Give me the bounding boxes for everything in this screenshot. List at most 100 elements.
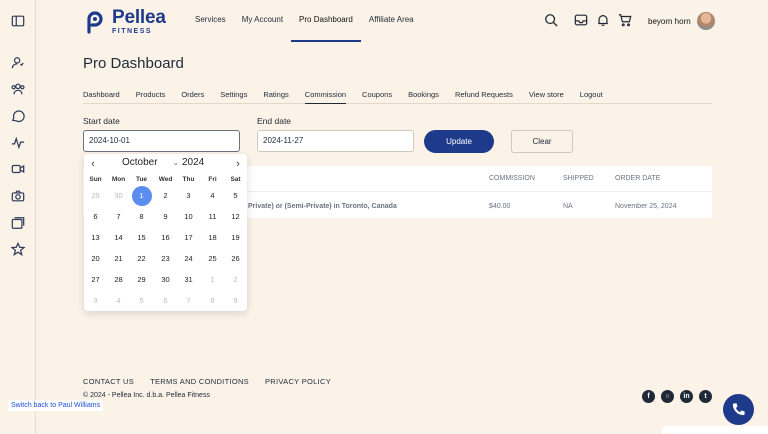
header-icons <box>544 13 640 27</box>
calendar-day[interactable]: 24 <box>179 249 199 269</box>
avatar[interactable] <box>696 12 715 30</box>
calendar-day[interactable]: 19 <box>226 228 246 248</box>
calendar-day[interactable]: 6 <box>156 291 176 311</box>
calendar-day[interactable]: 17 <box>179 228 199 248</box>
phone-button[interactable] <box>723 394 754 425</box>
chat-widget-edge <box>662 426 768 434</box>
calendar-day[interactable]: 13 <box>86 228 106 248</box>
instagram-icon[interactable]: ○ <box>661 390 674 403</box>
footer-links: CONTACT US TERMS AND CONDITIONS PRIVACY … <box>83 377 347 386</box>
chevron-right-icon[interactable]: › <box>232 157 244 171</box>
tab-dashboard[interactable]: Dashboard <box>83 89 120 104</box>
twitter-icon[interactable]: t <box>699 390 712 403</box>
chevron-down-icon[interactable]: ⌄ <box>173 159 179 167</box>
tab-products[interactable]: Products <box>136 89 166 104</box>
calendar-day[interactable]: 4 <box>203 186 223 206</box>
user-icon[interactable] <box>11 56 25 70</box>
users-icon[interactable] <box>11 82 25 96</box>
social-links: f ○ in t <box>642 390 718 403</box>
brand-subtitle: FITNESS <box>112 28 153 35</box>
calendar-day[interactable]: 20 <box>86 249 106 269</box>
tab-logout[interactable]: Logout <box>580 89 603 104</box>
cart-icon[interactable] <box>618 13 632 27</box>
calendar-day[interactable]: 14 <box>109 228 129 248</box>
calendar-day[interactable]: 10 <box>179 207 199 227</box>
calendar-day[interactable]: 8 <box>132 207 152 227</box>
tab-commission[interactable]: Commission <box>304 89 347 104</box>
calendar-day[interactable]: 8 <box>203 291 223 311</box>
calendar-day[interactable]: 28 <box>109 270 129 290</box>
calendar-day[interactable]: 31 <box>179 270 199 290</box>
calendar-day[interactable]: 1 <box>203 270 223 290</box>
calendar-day[interactable]: 9 <box>226 291 246 311</box>
nav-services[interactable]: Services <box>187 0 234 42</box>
footer-contact-us[interactable]: CONTACT US <box>83 377 134 386</box>
calendar-day[interactable]: 16 <box>156 228 176 248</box>
chat-icon[interactable] <box>11 109 25 123</box>
update-button[interactable]: Update <box>424 130 494 153</box>
calendar-day[interactable]: 25 <box>203 249 223 269</box>
footer-privacy[interactable]: PRIVACY POLICY <box>265 377 331 386</box>
linkedin-icon[interactable]: in <box>680 390 693 403</box>
calendar-day[interactable]: 3 <box>179 186 199 206</box>
nav-affiliate-area[interactable]: Affiliate Area <box>361 0 422 42</box>
calendar-day[interactable]: 6 <box>86 207 106 227</box>
tab-refund-requests[interactable]: Refund Requests <box>455 89 513 104</box>
tab-ratings[interactable]: Ratings <box>263 89 288 104</box>
inbox-icon[interactable] <box>574 13 588 27</box>
camera-icon[interactable] <box>11 189 25 203</box>
calendar-day[interactable]: 29 <box>86 186 106 206</box>
tab-bookings[interactable]: Bookings <box>408 89 439 104</box>
tab-view-store[interactable]: View store <box>529 89 564 104</box>
calendar-day[interactable]: 4 <box>109 291 129 311</box>
switch-back-link[interactable]: Switch back to Paul Williams <box>8 400 104 411</box>
calendar-day[interactable]: 7 <box>179 291 199 311</box>
calendar-day[interactable]: 12 <box>226 207 246 227</box>
user-menu[interactable]: beyorn horn <box>648 12 715 30</box>
calendar-day[interactable]: 5 <box>132 291 152 311</box>
calendar-day[interactable]: 1 <box>131 186 152 206</box>
chevron-left-icon[interactable]: ‹ <box>87 157 99 171</box>
calendar-day[interactable]: 27 <box>86 270 106 290</box>
month-select[interactable]: October <box>122 157 158 168</box>
calendar-day[interactable]: 2 <box>156 186 176 206</box>
calendar-day[interactable]: 7 <box>109 207 129 227</box>
calendar-day[interactable]: 18 <box>203 228 223 248</box>
activity-icon[interactable] <box>11 136 25 150</box>
end-date-input[interactable]: 2024-11-27 <box>257 130 414 152</box>
facebook-icon[interactable]: f <box>642 390 655 403</box>
calendar-day[interactable]: 15 <box>132 228 152 248</box>
calendar-day[interactable]: 30 <box>109 186 129 206</box>
footer-terms[interactable]: TERMS AND CONDITIONS <box>150 377 249 386</box>
calendar-day[interactable]: 9 <box>156 207 176 227</box>
calendar-day[interactable]: 5 <box>226 186 246 206</box>
tab-orders[interactable]: Orders <box>181 89 204 104</box>
calendar-day[interactable]: 3 <box>86 291 106 311</box>
nav-pro-dashboard[interactable]: Pro Dashboard <box>291 0 361 42</box>
year-input[interactable]: 2024 <box>182 157 204 168</box>
calendar-day[interactable]: 22 <box>132 249 152 269</box>
calendar-day[interactable]: 26 <box>226 249 246 269</box>
calendar-day[interactable]: 21 <box>109 249 129 269</box>
header-commission: COMMISSION <box>489 175 535 182</box>
row-product[interactable]: Private) or (Semi-Private) in Toronto, C… <box>248 203 397 210</box>
start-date-input[interactable]: 2024-10-01 <box>83 130 240 152</box>
tab-coupons[interactable]: Coupons <box>362 89 392 104</box>
tab-settings[interactable]: Settings <box>220 89 247 104</box>
calendar-day[interactable]: 23 <box>156 249 176 269</box>
row-shipped: NA <box>563 203 573 210</box>
bell-icon[interactable] <box>596 13 610 27</box>
calendar-day[interactable]: 11 <box>203 207 223 227</box>
calendar-day[interactable]: 2 <box>226 270 246 290</box>
sidebar-toggle-icon[interactable] <box>11 14 25 28</box>
nav-my-account[interactable]: My Account <box>234 0 291 42</box>
video-icon[interactable] <box>11 162 25 176</box>
star-icon[interactable] <box>11 242 25 256</box>
clear-button[interactable]: Clear <box>511 130 573 153</box>
gallery-icon[interactable] <box>11 216 25 230</box>
brand-logo[interactable]: Pellea FITNESS <box>84 8 166 35</box>
calendar-day[interactable]: 29 <box>132 270 152 290</box>
search-icon[interactable] <box>544 13 558 27</box>
dashboard-tabs: Dashboard Products Orders Settings Ratin… <box>83 89 712 104</box>
calendar-day[interactable]: 30 <box>156 270 176 290</box>
